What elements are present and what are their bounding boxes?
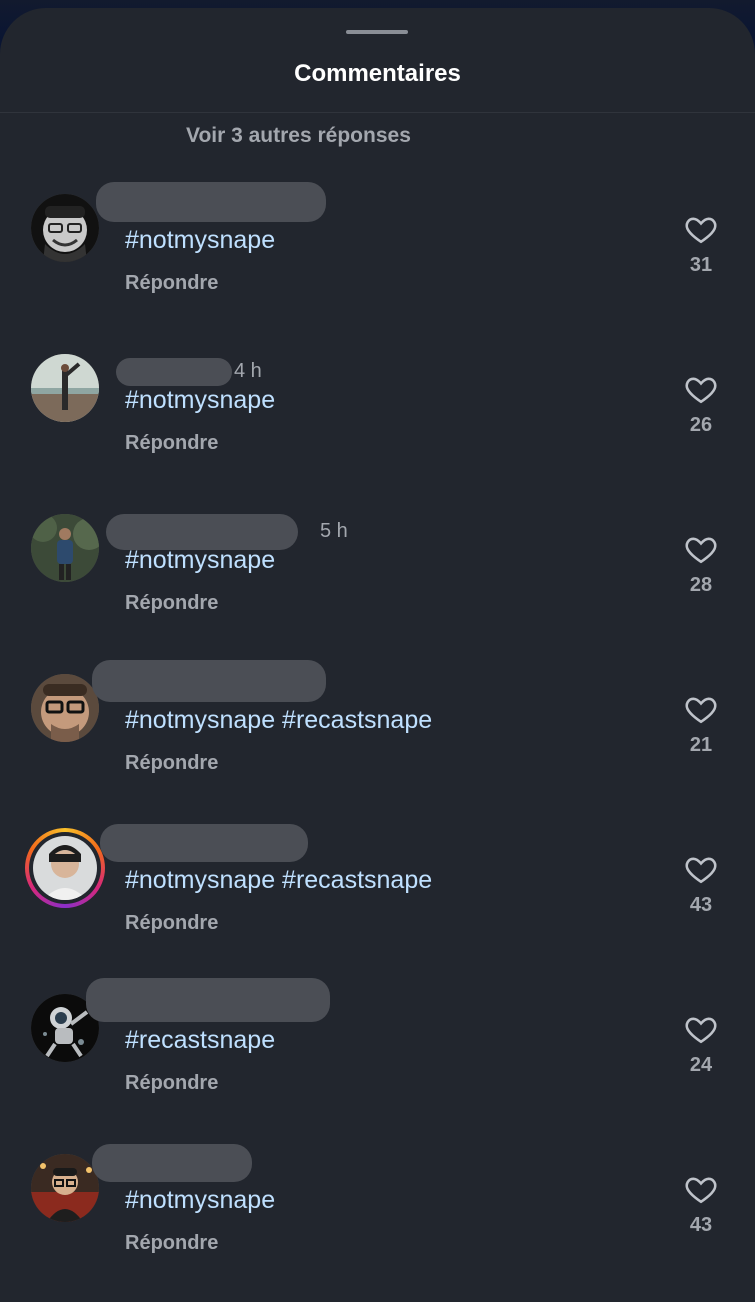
redacted-username	[92, 660, 326, 702]
avatar[interactable]	[31, 514, 99, 582]
avatar[interactable]	[31, 674, 99, 742]
heart-icon[interactable]	[684, 852, 718, 886]
comment-text: #recastsnape	[125, 1026, 276, 1054]
view-more-replies-link[interactable]: Voir 3 autres réponses	[186, 124, 411, 148]
redacted-username	[106, 514, 298, 550]
comment-text: #notmysnape	[125, 1186, 276, 1214]
story-ring-gap	[29, 832, 101, 904]
reply-button[interactable]: Répondre	[125, 272, 218, 295]
comment-text: #notmysnape	[125, 546, 276, 574]
comment-time: 5 h	[320, 520, 348, 542]
avatar[interactable]	[31, 354, 99, 422]
redacted-username	[92, 1144, 252, 1182]
reply-button[interactable]: Répondre	[125, 592, 218, 615]
comment-item: 4 h #notmysnape Répondre 26	[0, 354, 755, 514]
comment-item: #notmysnape #recastsnape Répondre 21	[0, 660, 755, 834]
reply-button[interactable]: Répondre	[125, 912, 218, 935]
comment-text: #notmysnape	[125, 226, 276, 254]
like-count: 31	[689, 254, 713, 276]
like-count: 26	[689, 414, 713, 436]
reply-button[interactable]: Répondre	[125, 752, 218, 775]
comment-time: 4 h	[234, 360, 262, 382]
header-divider	[0, 112, 755, 113]
drag-handle[interactable]	[346, 30, 408, 34]
avatar[interactable]	[31, 194, 99, 262]
like-count: 43	[689, 1214, 713, 1236]
heart-icon[interactable]	[684, 372, 718, 406]
comment-text: #notmysnape #recastsnape	[125, 706, 433, 734]
reply-button[interactable]: Répondre	[125, 432, 218, 455]
like-count: 28	[689, 574, 713, 596]
reply-button[interactable]: Répondre	[125, 1072, 218, 1095]
redacted-username	[116, 358, 232, 386]
redacted-username	[100, 824, 308, 862]
like-count: 24	[689, 1054, 713, 1076]
heart-icon[interactable]	[684, 1012, 718, 1046]
heart-icon[interactable]	[684, 532, 718, 566]
avatar[interactable]	[31, 1154, 99, 1222]
comment-item: 5 h #notmysnape Répondre 28	[0, 514, 755, 674]
reply-button[interactable]: Répondre	[125, 1232, 218, 1255]
comment-item: #recastsnape Répondre 24	[0, 978, 755, 1154]
redacted-username	[96, 182, 326, 222]
heart-icon[interactable]	[684, 212, 718, 246]
comment-item: #notmysnape Répondre 43	[0, 1144, 755, 1302]
avatar-with-story-ring[interactable]	[25, 828, 105, 908]
comment-item: #notmysnape Répondre 31	[0, 182, 755, 354]
comment-text: #notmysnape #recastsnape	[125, 866, 433, 894]
like-count: 21	[689, 734, 713, 756]
sheet-title: Commentaires	[294, 60, 461, 87]
comment-item: #notmysnape #recastsnape Répondre 43	[0, 824, 755, 994]
redacted-username	[86, 978, 330, 1022]
comment-text: #notmysnape	[125, 386, 276, 414]
heart-icon[interactable]	[684, 1172, 718, 1206]
like-count: 43	[689, 894, 713, 916]
avatar-image	[33, 836, 97, 900]
heart-icon[interactable]	[684, 692, 718, 726]
comments-sheet: Commentaires Voir 3 autres réponses #not…	[0, 8, 755, 1302]
